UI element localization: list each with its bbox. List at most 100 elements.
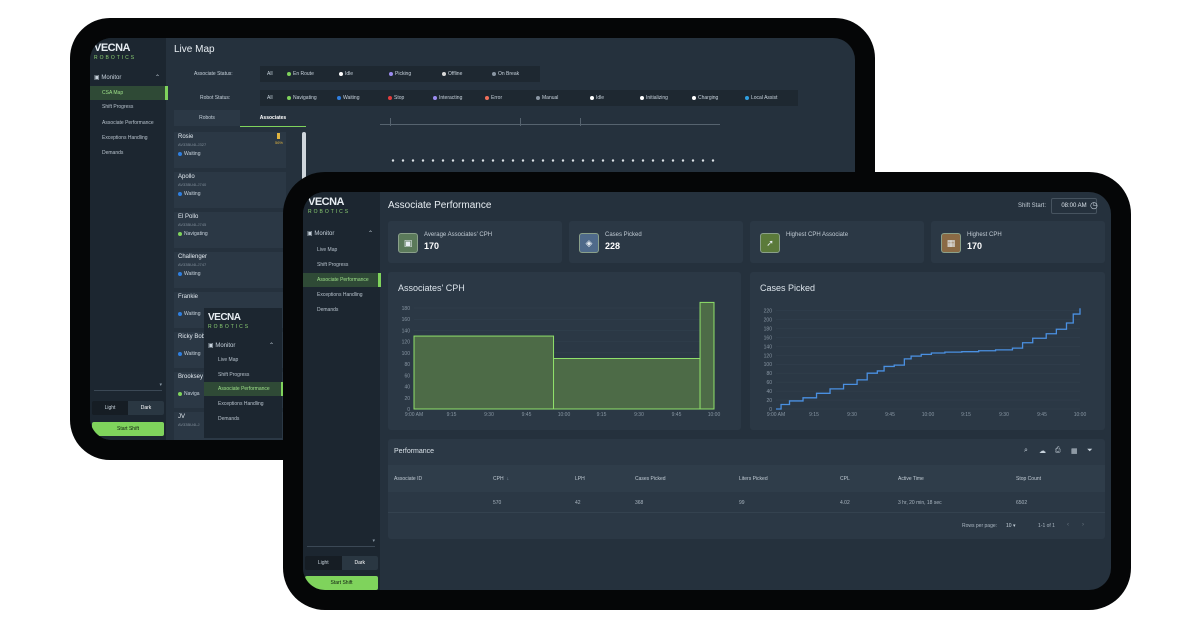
cph-bar[interactable] [699, 301, 715, 410]
robot-status: Waiting [178, 151, 201, 157]
cph-bar[interactable] [413, 335, 555, 410]
overlay-nav-demands[interactable]: Demands [218, 416, 239, 422]
front-nav-exceptions[interactable]: Exceptions Handling [317, 292, 363, 298]
x-tick-label: 9:30 [847, 412, 857, 418]
next-page-icon[interactable]: › [1082, 522, 1084, 528]
status-chip-label: Local Assist [751, 95, 778, 101]
front-collapse-select[interactable]: ▾ [307, 538, 375, 547]
clock-icon[interactable]: ◷ [1090, 200, 1098, 211]
robot-list-item[interactable]: Rosie AV33BU4LJ327 Waiting 56% [174, 132, 286, 168]
tab-associates[interactable]: Associates [240, 110, 306, 127]
nav-item-demands[interactable]: Demands [102, 150, 123, 156]
map-rack-tick-b [520, 118, 521, 126]
robot-list-item[interactable]: Apollo AV33BU4LJ740 Waiting [174, 172, 286, 208]
robot-list-item[interactable]: Challenger AV33BU4LJ747 Waiting [174, 252, 286, 288]
status-chip[interactable]: Error [485, 95, 502, 101]
overlay-nav-exceptions[interactable]: Exceptions Handling [218, 401, 264, 407]
y-tick-label: 80 [404, 362, 410, 368]
x-tick-label: 9:45 [1037, 412, 1047, 418]
map-rack-line [380, 124, 720, 125]
front-start-shift-button[interactable]: Start Shift [305, 576, 378, 590]
column-header[interactable]: CPL [840, 476, 850, 482]
column-header[interactable]: LPH [575, 476, 585, 482]
overlay-nav-live-map[interactable]: Live Map [218, 357, 238, 363]
column-header[interactable]: Active Time [898, 476, 924, 482]
status-chip[interactable]: Local Assist [745, 95, 777, 101]
collapse-select[interactable]: ▾ [94, 382, 162, 391]
front-nav-live-map[interactable]: Live Map [317, 247, 337, 253]
status-chip[interactable]: On Break [492, 71, 519, 77]
theme-dark[interactable]: Dark [128, 401, 164, 415]
status-chip[interactable]: Idle [339, 71, 353, 77]
nav-item-associate-performance[interactable]: Associate Performance [102, 120, 154, 126]
robot-status-label: Navigating [184, 231, 208, 237]
front-nav-associate-performance[interactable]: Associate Performance [303, 273, 381, 287]
nav-item-shift-progress[interactable]: Shift Progress [102, 104, 133, 110]
status-chip[interactable]: Waiting [337, 95, 360, 101]
status-chip[interactable]: All [267, 71, 273, 77]
cph-bar[interactable] [553, 358, 701, 410]
x-tick-label: 9:45 [522, 412, 532, 418]
status-chip[interactable]: Interacting [433, 95, 462, 101]
status-chip-label: En Route [293, 71, 314, 77]
front-nav-section-monitor[interactable]: ▣ Monitor ⌃ [307, 230, 377, 237]
rows-per-page-select[interactable]: 10 ▾ [1006, 523, 1015, 529]
y-tick-label: 160 [402, 317, 411, 323]
column-header[interactable]: Cases Picked [635, 476, 666, 482]
status-chip[interactable]: Initializing [640, 95, 668, 101]
back-start-shift-button[interactable]: Start Shift [92, 422, 164, 436]
robot-status: Naviga [178, 391, 200, 397]
print-icon[interactable]: ⎙ [1055, 447, 1061, 455]
column-header[interactable]: Associate ID [394, 476, 422, 482]
filter-icon[interactable]: ⏷ [1087, 447, 1093, 455]
y-tick-label: 200 [764, 317, 773, 323]
robot-status: Waiting [178, 311, 201, 317]
back-theme-toggle[interactable]: Light Dark [92, 401, 164, 415]
overlay-nav-associate-performance[interactable]: Associate Performance [204, 382, 284, 396]
overlay-nav-shift-progress[interactable]: Shift Progress [218, 372, 249, 378]
prev-page-icon[interactable]: ‹ [1067, 522, 1069, 528]
kpi-card: ◈ Cases Picked 228 [569, 221, 743, 263]
cases-picked-line[interactable] [776, 308, 1081, 410]
cloud-download-icon[interactable]: ☁ [1039, 447, 1046, 455]
nav-item-csa-map[interactable]: CSA Map [90, 86, 168, 100]
nav-section-monitor[interactable]: ▣ Monitor ⌃ [94, 74, 164, 81]
status-dot-icon [178, 231, 182, 236]
front-theme-toggle[interactable]: Light Dark [305, 556, 378, 570]
search-icon[interactable]: ⌕ [1024, 447, 1028, 455]
x-tick-label: 9:15 [597, 412, 607, 418]
chevron-up-icon: ⌃ [367, 231, 373, 237]
y-tick-label: 100 [402, 351, 411, 357]
status-dot-icon [178, 191, 182, 196]
folder-icon: ▣ [307, 231, 313, 237]
status-chip[interactable]: Charging [692, 95, 718, 101]
column-header[interactable]: Liters Picked [739, 476, 768, 482]
performance-title: Performance [394, 448, 435, 455]
theme-light[interactable]: Light [305, 556, 342, 570]
theme-light[interactable]: Light [92, 401, 128, 415]
brand-name: VECNA [94, 42, 131, 54]
robot-status-label: Waiting [184, 271, 201, 277]
status-chip[interactable]: Idle [590, 95, 604, 101]
status-chip[interactable]: Offline [442, 71, 462, 77]
y-tick-label: 120 [764, 353, 773, 359]
status-chip[interactable]: Picking [389, 71, 411, 77]
column-header[interactable]: CPH ↓ [493, 476, 509, 482]
status-dot-icon [178, 351, 182, 356]
status-chip[interactable]: All [267, 95, 273, 101]
status-chip[interactable]: Navigating [287, 95, 317, 101]
status-chip[interactable]: Stop [388, 95, 404, 101]
tab-robots[interactable]: Robots [174, 110, 240, 126]
status-chip[interactable]: Manual [536, 95, 558, 101]
overlay-nav-section[interactable]: ▣ Monitor ⌃ [208, 342, 278, 349]
column-header[interactable]: Stop Count [1016, 476, 1041, 482]
front-nav-shift-progress[interactable]: Shift Progress [317, 262, 348, 268]
status-chip[interactable]: En Route [287, 71, 314, 77]
nav-item-exceptions[interactable]: Exceptions Handling [102, 135, 148, 141]
columns-icon[interactable]: ▦ [1071, 447, 1078, 455]
theme-dark[interactable]: Dark [341, 556, 378, 570]
front-logo: VECNA ROBOTICS [308, 196, 351, 215]
front-nav-demands[interactable]: Demands [317, 307, 338, 313]
robot-list-item[interactable]: El Pollo AV33BU4LJ745 Navigating [174, 212, 286, 248]
x-tick-label: 9:45 [885, 412, 895, 418]
